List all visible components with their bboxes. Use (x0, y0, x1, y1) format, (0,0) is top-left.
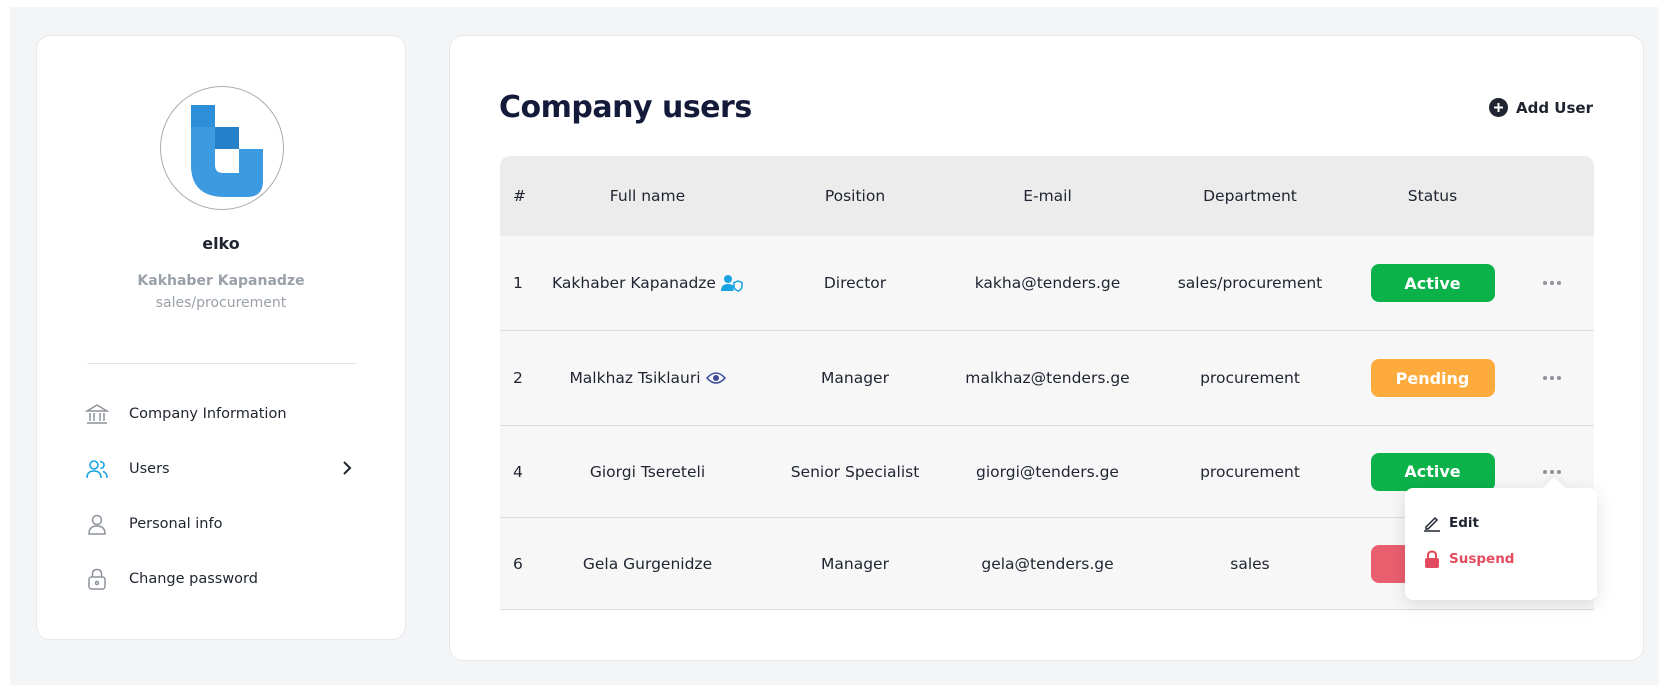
user-name: Giorgi Tsereteli (589, 462, 706, 481)
lock-icon (1425, 550, 1439, 568)
status-cell: Active (1355, 452, 1510, 491)
user-email: kakha@tenders.ge (974, 274, 1121, 292)
status-badge: Pending (1370, 359, 1495, 397)
user-name-cell: Malkhaz Tsiklauri (535, 369, 760, 387)
admin-user-icon (720, 274, 743, 292)
user-department: procurement (1200, 462, 1300, 481)
sidebar-item-users[interactable]: Users (85, 441, 357, 496)
status-badge: Active (1370, 452, 1495, 491)
user-name: Gela Gurgenidze (582, 554, 713, 573)
sidebar-item-change-password[interactable]: Change password (85, 551, 357, 606)
suspend-label: Suspend (1449, 551, 1515, 567)
profile-divider (87, 363, 357, 364)
row-number: 2 (513, 369, 523, 387)
user-position: Manager (821, 554, 889, 573)
table-row: 2 Malkhaz Tsiklauri Manager malkhaz@tend… (500, 331, 1594, 426)
user-email: gela@tenders.ge (981, 554, 1114, 573)
sidebar-item-label: Company Information (129, 405, 287, 422)
company-avatar (160, 86, 284, 210)
company-name: elko (202, 234, 240, 253)
plus-circle-icon (1489, 98, 1508, 117)
table-header: # Full name Position E-mail Department S… (500, 156, 1594, 236)
user-department: sales/procurement (1177, 274, 1323, 292)
bank-icon (85, 402, 109, 426)
more-options-icon[interactable] (1537, 275, 1567, 291)
edit-menu-item[interactable]: Edit (1423, 514, 1479, 532)
row-number: 4 (513, 462, 523, 481)
column-header-department: Department (1203, 187, 1297, 205)
page-title: Company users (499, 90, 752, 125)
add-user-label: Add User (1516, 98, 1593, 117)
sidebar-nav: Company Information Users Personal info … (85, 386, 357, 606)
tenders-logo-icon (191, 105, 263, 197)
user-position: Manager (821, 369, 889, 387)
column-header-email: E-mail (1023, 187, 1072, 205)
column-header-full-name: Full name (609, 187, 686, 205)
user-name: Kakhaber Kapanadze (552, 274, 716, 292)
pencil-icon (1424, 516, 1440, 532)
user-email: malkhaz@tenders.ge (965, 369, 1130, 387)
users-icon (85, 457, 109, 481)
eye-icon (705, 371, 726, 385)
sidebar-item-label: Personal info (129, 515, 223, 532)
user-email: giorgi@tenders.ge (976, 462, 1119, 481)
status-cell: Active (1355, 264, 1510, 302)
person-icon (85, 512, 109, 536)
actions-cell (1510, 370, 1594, 386)
suspend-menu-item[interactable]: Suspend (1423, 550, 1514, 568)
lock-icon (85, 567, 109, 591)
user-name: Malkhaz Tsiklauri (569, 369, 701, 387)
user-department: sales (1230, 554, 1270, 573)
more-options-icon[interactable] (1537, 370, 1567, 386)
table-row: 1 Kakhaber Kapanadze Director kakha@tend… (500, 236, 1594, 331)
edit-label: Edit (1449, 515, 1479, 531)
person-department: sales/procurement (155, 295, 287, 311)
user-position: Senior Specialist (790, 462, 920, 481)
actions-cell (1510, 275, 1594, 291)
row-number: 1 (513, 274, 523, 292)
sidebar-item-company-information[interactable]: Company Information (85, 386, 357, 441)
row-number: 6 (513, 554, 523, 573)
person-name: Kakhaber Kapanadze (137, 273, 305, 289)
column-header-status: Status (1407, 187, 1458, 205)
user-department: procurement (1200, 369, 1300, 387)
profile-panel: elko Kakhaber Kapanadze sales/procuremen… (36, 35, 406, 640)
column-header-number: # (513, 187, 526, 205)
row-actions-dropdown: Edit Suspend (1405, 488, 1597, 600)
chevron-right-icon (343, 461, 352, 475)
user-name-cell: Kakhaber Kapanadze (535, 274, 760, 292)
sidebar-item-label: Users (129, 460, 170, 477)
status-cell: Pending (1355, 359, 1510, 397)
sidebar-item-label: Change password (129, 570, 258, 587)
add-user-button[interactable]: Add User (1489, 98, 1593, 117)
status-badge: Active (1370, 264, 1495, 302)
user-position: Director (823, 274, 887, 292)
sidebar-item-personal-info[interactable]: Personal info (85, 496, 357, 551)
column-header-position: Position (824, 187, 886, 205)
